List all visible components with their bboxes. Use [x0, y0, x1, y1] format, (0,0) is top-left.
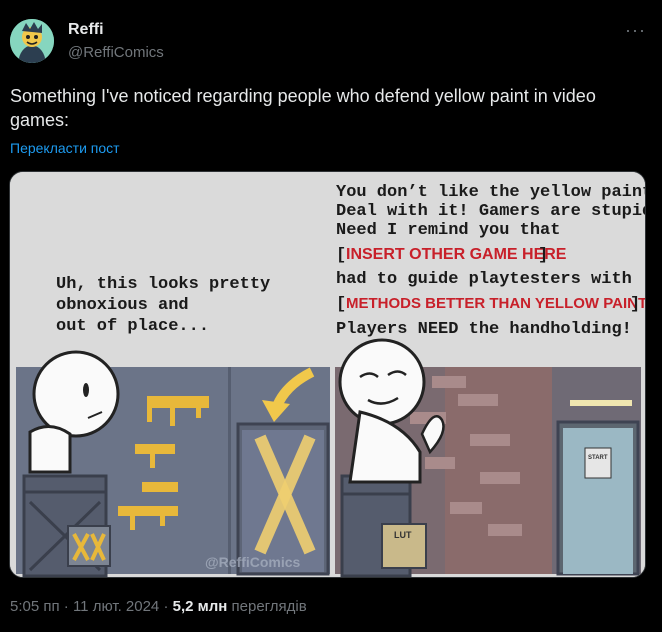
- right-speech-line: Players NEED the handholding!: [336, 320, 632, 339]
- right-speech-line: You don’t like the yellow paint?: [336, 183, 646, 202]
- left-speech-line: out of place...: [56, 317, 209, 336]
- right-speech-bracket-open: [: [336, 246, 346, 265]
- methods-label: METHODS BETTER THAN YELLOW PAINT: [346, 295, 646, 312]
- right-panel: START LUT: [335, 338, 641, 577]
- loot-box-label: LUT: [394, 530, 412, 540]
- left-speech-line: obnoxious and: [56, 296, 189, 315]
- author-handle[interactable]: @ReffiComics: [68, 44, 164, 61]
- tweet-date[interactable]: 11 лют. 2024: [73, 598, 159, 615]
- avatar[interactable]: [10, 19, 54, 63]
- watermark: @ReffiComics: [205, 554, 301, 570]
- tweet-header: Reffi @ReffiComics ···: [10, 17, 652, 67]
- exit-sign-label: START: [588, 455, 608, 461]
- left-speech-line: Uh, this looks pretty: [56, 275, 270, 294]
- right-speech-bracket-open: [: [336, 295, 346, 314]
- right-speech-line: Deal with it! Gamers are stupid!: [336, 202, 646, 221]
- right-speech-line: had to guide playtesters with: [336, 270, 632, 289]
- comic-illustration: @ReffiComics START LUT Uh, this looks pr…: [10, 172, 646, 577]
- meta-separator: ·: [163, 598, 169, 615]
- right-speech-bracket-close: ]: [538, 246, 548, 265]
- insert-game-label: INSERT OTHER GAME HERE: [346, 246, 567, 263]
- right-speech-bracket-close: ]: [630, 295, 640, 314]
- left-panel: @ReffiComics: [16, 350, 330, 577]
- right-speech-line: Need I remind you that: [336, 221, 560, 240]
- tweet-time[interactable]: 5:05 пп: [10, 598, 60, 615]
- tweet-meta: 5:05 пп · 11 лют. 2024 · 5,2 млн перегля…: [10, 598, 307, 615]
- avatar-image: [10, 19, 54, 63]
- author-name[interactable]: Reffi: [68, 21, 104, 39]
- translate-post-link[interactable]: Перекласти пост: [10, 140, 120, 156]
- views-label: переглядів: [231, 598, 307, 615]
- tweet-text: Something I've noticed regarding people …: [10, 86, 596, 130]
- views-count: 5,2 млн: [172, 598, 228, 615]
- more-horizontal-icon[interactable]: ···: [625, 21, 646, 39]
- comic-image[interactable]: @ReffiComics START LUT Uh, this looks pr…: [9, 171, 646, 578]
- meta-separator: ·: [63, 598, 69, 615]
